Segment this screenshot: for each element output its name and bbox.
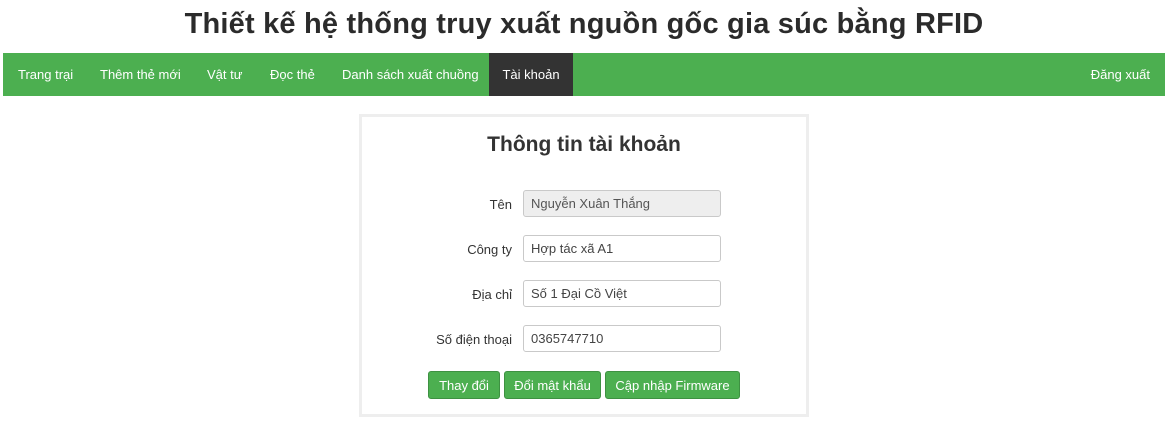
phone-field[interactable]: [523, 325, 721, 352]
address-label: Địa chỉ: [472, 287, 512, 302]
nav-item-export-list[interactable]: Danh sách xuất chuồng: [328, 53, 493, 96]
update-firmware-button[interactable]: Cập nhập Firmware: [605, 371, 740, 399]
change-button[interactable]: Thay đổi: [428, 371, 500, 399]
nav-item-add-tag[interactable]: Thêm thẻ mới: [86, 53, 195, 96]
account-info-title: Thông tin tài khoản: [487, 133, 681, 156]
nav-item-account[interactable]: Tài khoản: [489, 53, 573, 96]
name-label: Tên: [489, 197, 512, 212]
account-info-card: Thông tin tài khoản Tên Công ty Địa chỉ …: [359, 114, 809, 417]
company-label: Công ty: [467, 242, 512, 257]
nav-item-farm[interactable]: Trang trại: [4, 53, 87, 96]
phone-label: Số điện thoại: [436, 332, 512, 347]
name-field[interactable]: [523, 190, 721, 217]
logout-link[interactable]: Đăng xuất: [1077, 53, 1164, 96]
change-password-button[interactable]: Đổi mật khẩu: [504, 371, 601, 399]
address-field[interactable]: [523, 280, 721, 307]
main-navbar: Trang trại Thêm thẻ mới Vật tư Đọc thẻ D…: [3, 53, 1165, 96]
nav-item-supplies[interactable]: Vật tư: [193, 53, 256, 96]
nav-item-read-tag[interactable]: Đọc thẻ: [256, 53, 329, 96]
company-field[interactable]: [523, 235, 721, 262]
page-title: Thiết kế hệ thống truy xuất nguồn gốc gi…: [184, 8, 984, 40]
